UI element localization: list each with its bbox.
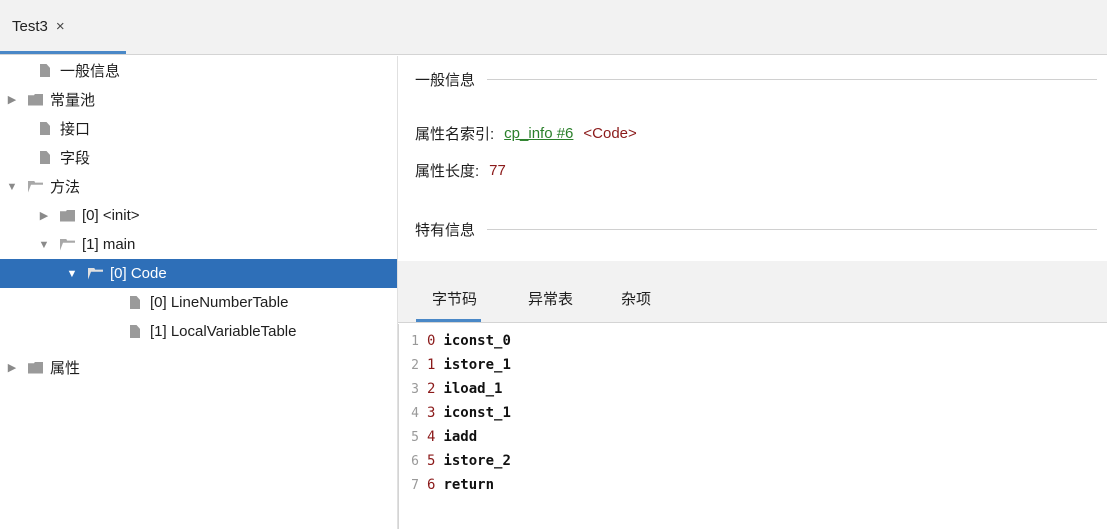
expand-arrow-icon[interactable]: ▶: [38, 209, 50, 222]
folder-icon: [60, 209, 75, 222]
attribute-name-value: <Code>: [583, 125, 637, 142]
tree-item-constant-pool[interactable]: ▶ 常量池: [0, 85, 397, 114]
bytecode-instruction: return: [443, 477, 495, 493]
attribute-length-row: 属性长度: 77: [415, 160, 506, 181]
line-number: 6: [411, 453, 419, 469]
tree-item-line-number-table[interactable]: [0] LineNumberTable: [0, 288, 397, 317]
section-divider: [487, 79, 1098, 80]
collapse-arrow-icon[interactable]: ▼: [38, 239, 50, 251]
class-structure-tree: 一般信息 ▶ 常量池 接口 字段 ▼ 方法 ▶ [0] <init> ▼ [1]…: [0, 56, 397, 529]
bytecode-instruction: iadd: [443, 429, 478, 445]
tree-item-interfaces[interactable]: 接口: [0, 114, 397, 143]
code-line: 5 4 iadd: [399, 425, 477, 449]
line-number: 3: [411, 381, 419, 397]
tree-item-label: [0] <init>: [82, 207, 140, 224]
editor-tab-bar: Test3 ×: [0, 0, 1107, 55]
tree-item-fields[interactable]: 字段: [0, 143, 397, 172]
collapse-arrow-icon[interactable]: ▼: [6, 181, 18, 193]
file-icon: [40, 151, 50, 164]
code-line: 1 0 iconst_0: [399, 329, 511, 353]
attribute-name-index-row: 属性名索引: cp_info #6 <Code>: [415, 123, 637, 144]
tree-item-label: 字段: [60, 150, 91, 167]
bytecode-instruction: iconst_1: [443, 405, 511, 421]
active-subtab-indicator: [416, 319, 481, 322]
detail-panel: 一般信息 属性名索引: cp_info #6 <Code> 属性长度: 77 特…: [398, 56, 1107, 529]
tab-bytecode[interactable]: 字节码: [432, 288, 477, 309]
tab-misc[interactable]: 杂项: [621, 288, 651, 309]
section-divider: [487, 229, 1098, 230]
active-tab-indicator: [0, 51, 126, 54]
bytecode-offset: 3: [427, 405, 436, 421]
tree-item-general-info[interactable]: 一般信息: [0, 56, 397, 85]
tree-item-method-init[interactable]: ▶ [0] <init>: [0, 201, 397, 230]
expand-arrow-icon[interactable]: ▶: [6, 361, 18, 374]
attribute-length-value: 77: [489, 162, 506, 179]
attribute-length-label: 属性长度:: [415, 163, 480, 180]
folder-icon: [28, 93, 43, 106]
expand-arrow-icon[interactable]: ▶: [6, 93, 18, 106]
line-number: 2: [411, 357, 419, 373]
section-title: 特有信息: [415, 222, 476, 239]
tree-item-methods[interactable]: ▼ 方法: [0, 172, 397, 201]
file-icon: [40, 64, 50, 77]
tab-test3[interactable]: Test3 ×: [12, 18, 65, 54]
bytecode-offset: 5: [427, 453, 436, 469]
tree-item-label: 一般信息: [60, 63, 121, 80]
bytecode-instruction: iload_1: [443, 381, 503, 397]
line-number: 4: [411, 405, 419, 421]
folder-open-icon: [28, 180, 43, 193]
file-icon: [130, 325, 140, 338]
folder-open-icon: [88, 267, 103, 280]
bytecode-offset: 6: [427, 477, 436, 493]
cp-info-link[interactable]: cp_info #6: [504, 125, 573, 142]
collapse-arrow-icon[interactable]: ▼: [66, 268, 78, 280]
tree-item-method-main[interactable]: ▼ [1] main: [0, 230, 397, 259]
specific-info-tabs: 字节码 异常表 杂项: [398, 261, 1107, 323]
tab-exception-table[interactable]: 异常表: [528, 288, 573, 309]
code-line: 2 1 istore_1: [399, 353, 511, 377]
bytecode-instruction: istore_1: [443, 357, 511, 373]
bytecode-instruction: iconst_0: [443, 333, 511, 349]
bytecode-offset: 2: [427, 381, 436, 397]
code-line: 4 3 iconst_1: [399, 401, 511, 425]
tree-item-attributes[interactable]: ▶ 属性: [0, 353, 397, 382]
general-info-section: 一般信息: [415, 69, 1098, 90]
tree-item-label: 常量池: [50, 92, 96, 109]
close-icon[interactable]: ×: [56, 18, 65, 36]
code-line: 6 5 istore_2: [399, 449, 511, 473]
folder-open-icon: [60, 238, 75, 251]
line-number: 5: [411, 429, 419, 445]
line-number: 7: [411, 477, 419, 493]
code-line: 3 2 iload_1: [399, 377, 502, 401]
tree-item-label: [0] LineNumberTable: [150, 294, 289, 311]
tree-item-code[interactable]: ▼ [0] Code: [0, 259, 397, 288]
bytecode-offset: 4: [427, 429, 436, 445]
tree-item-local-variable-table[interactable]: [1] LocalVariableTable: [0, 317, 397, 346]
bytecode-offset: 0: [427, 333, 436, 349]
specific-info-section: 特有信息: [415, 219, 1098, 240]
section-title: 一般信息: [415, 72, 476, 89]
bytecode-view[interactable]: 1 0 iconst_0 2 1 istore_1 3 2 iload_1 4 …: [398, 324, 1107, 529]
tree-item-label: [1] main: [82, 236, 136, 253]
tree-item-label: [0] Code: [110, 265, 167, 282]
tree-item-label: 属性: [50, 360, 81, 377]
tree-item-label: [1] LocalVariableTable: [150, 323, 297, 340]
tree-item-label: 方法: [50, 179, 81, 196]
tab-title: Test3: [12, 18, 48, 35]
code-line: 7 6 return: [399, 473, 494, 497]
attribute-name-index-label: 属性名索引:: [415, 126, 495, 143]
file-icon: [130, 296, 140, 309]
folder-icon: [28, 361, 43, 374]
line-number: 1: [411, 333, 419, 349]
file-icon: [40, 122, 50, 135]
tree-item-label: 接口: [60, 121, 91, 138]
bytecode-offset: 1: [427, 357, 436, 373]
bytecode-instruction: istore_2: [443, 453, 511, 469]
